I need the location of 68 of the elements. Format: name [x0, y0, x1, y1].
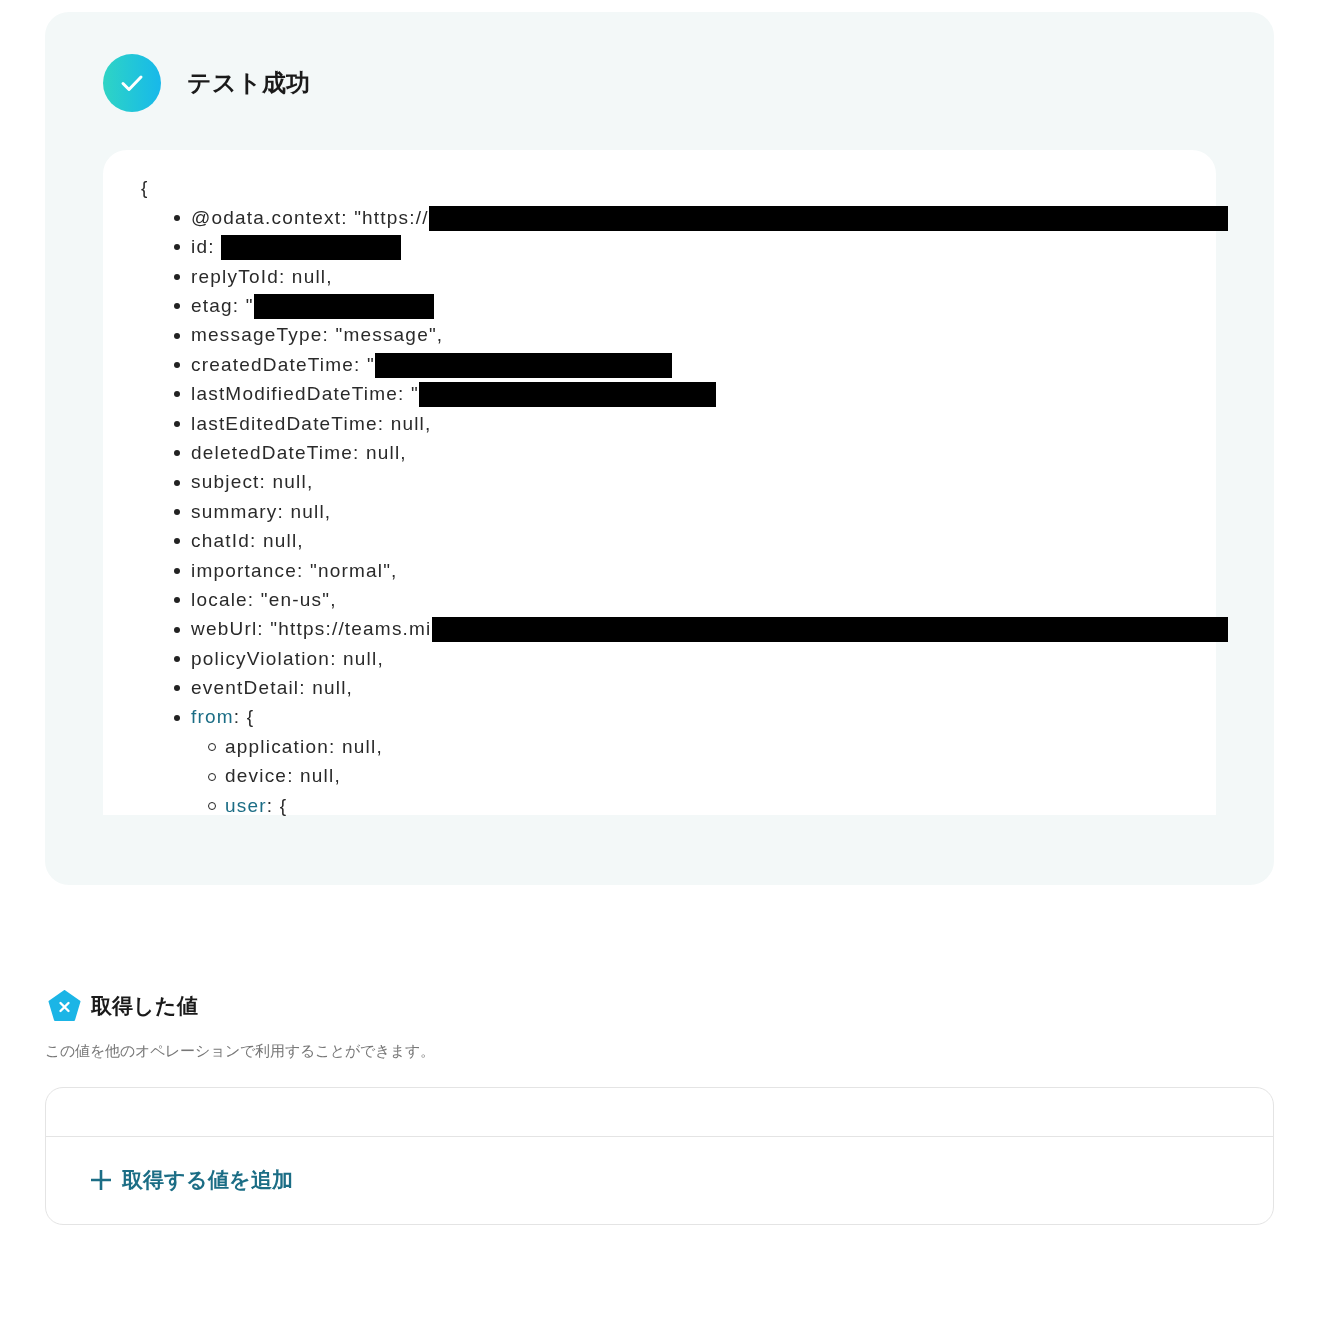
- json-key: subject: [191, 468, 260, 497]
- result-title: テスト成功: [187, 68, 310, 98]
- json-value: : null,: [353, 440, 407, 465]
- bullet-icon: [174, 655, 180, 662]
- json-value: : {: [266, 793, 288, 818]
- json-value: : null,: [278, 264, 333, 289]
- json-key: createdDateTime: [191, 350, 355, 380]
- json-value: : "en-us",: [247, 587, 337, 612]
- json-key: lastEditedDateTime: [191, 409, 378, 439]
- add-value-button[interactable]: 取得する値を追加: [90, 1164, 293, 1196]
- json-key: policyViolation: [191, 644, 331, 674]
- json-key: etag: [191, 292, 233, 321]
- plus-icon: [90, 1169, 112, 1191]
- json-value: : "normal",: [297, 558, 398, 583]
- section-description: この値を他のオペレーションで利用することができます。: [45, 1041, 436, 1061]
- bullet-icon: [174, 685, 180, 692]
- variable-icon: [48, 990, 81, 1022]
- json-value: :: [208, 235, 216, 260]
- bullet-icon: [174, 215, 180, 222]
- bullet-icon: [174, 420, 180, 427]
- json-key: lastModifiedDateTime: [191, 380, 399, 409]
- json-key: summary: [191, 497, 278, 527]
- json-value: : null,: [377, 411, 432, 436]
- json-key: messageType: [191, 321, 323, 350]
- json-key: from: [191, 703, 234, 732]
- bullet-icon: [174, 714, 180, 721]
- bullet-icon: [174, 538, 180, 545]
- json-value: : null,: [249, 529, 304, 554]
- json-value: : {: [233, 705, 255, 730]
- json-key: importance: [191, 556, 297, 585]
- bullet-icon: [174, 509, 180, 515]
- json-key: application: [225, 732, 330, 762]
- json-value: : ": [354, 352, 375, 377]
- bullet-icon: [174, 303, 180, 310]
- check-icon: [103, 54, 161, 112]
- json-key: id: [191, 233, 209, 262]
- bullet-icon: [174, 450, 180, 457]
- json-key: replyToId: [191, 262, 279, 292]
- json-value: : ": [232, 294, 254, 318]
- json-key: device: [225, 762, 288, 791]
- bullet-icon: [174, 567, 180, 574]
- json-value: : "message",: [322, 323, 444, 348]
- json-key: locale: [191, 585, 248, 615]
- json-value: : null,: [330, 646, 384, 671]
- json-value: : null,: [329, 734, 383, 759]
- bullet-icon: [174, 332, 180, 339]
- json-brace: {: [141, 176, 149, 201]
- bullet-icon: [174, 597, 180, 604]
- section-title: 取得した値: [91, 993, 198, 1020]
- bullet-icon: [174, 626, 180, 633]
- json-value: : ": [398, 382, 419, 407]
- json-value: : "https://: [341, 205, 429, 230]
- bullet-icon: [174, 391, 180, 398]
- json-key: deletedDateTime: [191, 438, 353, 468]
- json-key: chatId: [191, 527, 250, 556]
- bullet-icon: [174, 244, 180, 251]
- json-key: @odata.context: [191, 203, 342, 233]
- json-key: eventDetail: [191, 674, 300, 703]
- bullet-icon: [174, 362, 180, 369]
- json-key: webUrl: [191, 615, 258, 644]
- json-value: : null,: [287, 764, 341, 789]
- json-value: : null,: [277, 499, 332, 524]
- bullet-icon: [174, 479, 180, 486]
- json-value: : null,: [299, 676, 354, 701]
- json-value: : null,: [259, 470, 314, 495]
- json-key: user: [225, 791, 267, 821]
- json-value: : "https://teams.mi: [257, 617, 432, 642]
- bullet-icon: [174, 273, 180, 280]
